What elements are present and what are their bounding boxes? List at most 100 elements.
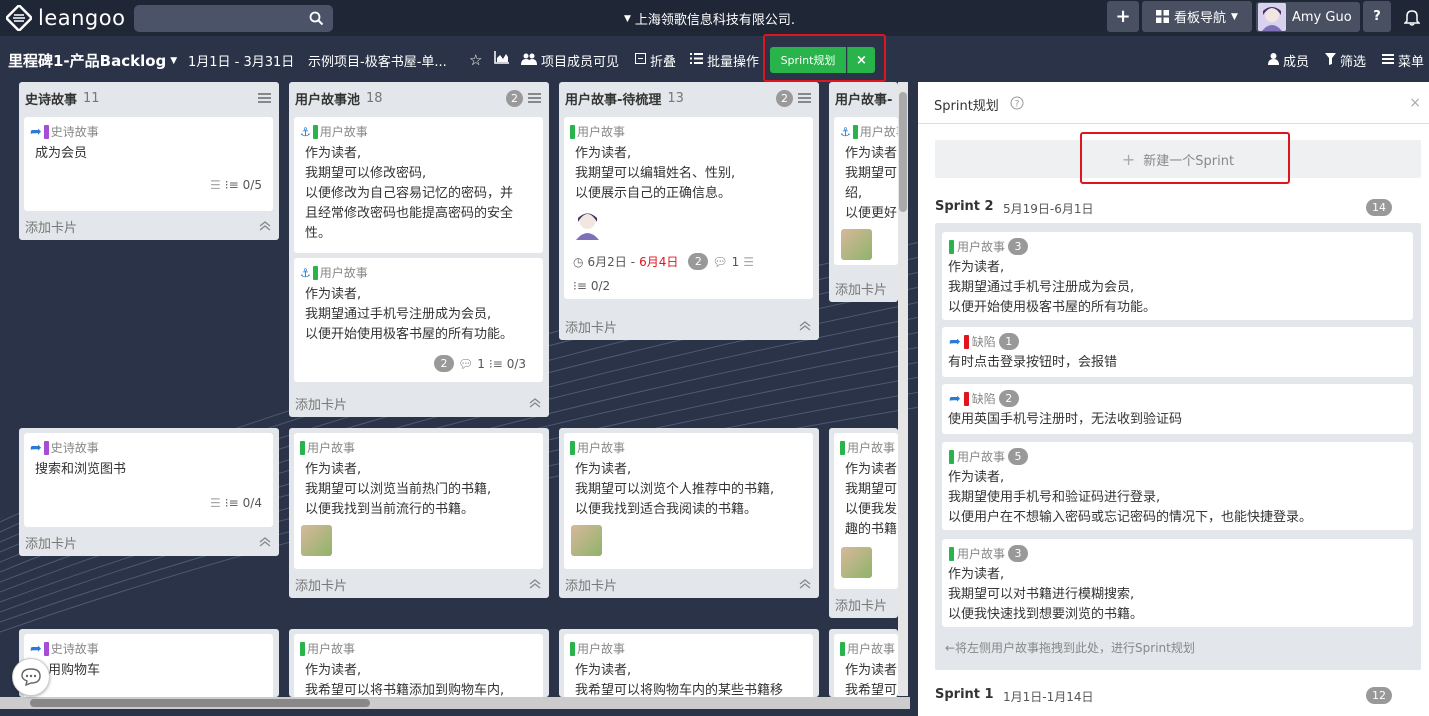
add-card-button[interactable]: 添加卡片: [565, 317, 617, 336]
card-line: 以便用户在不想输入密码或忘记密码的情况下，也能快捷登录。: [948, 510, 1313, 525]
card-col4-c[interactable]: 用户故事 作为读者 我希望可: [834, 634, 898, 697]
filter-button[interactable]: 筛选: [1325, 51, 1366, 70]
star-button[interactable]: ☆: [469, 51, 482, 69]
card-epic-cart[interactable]: ➦ 史诗故事 用购物车: [24, 634, 273, 697]
card-epic-browse[interactable]: ➦ 史诗故事 搜索和浏览图书 ☰ ⁝≡ 0/4: [24, 433, 273, 527]
card-type: 用户故事: [300, 640, 355, 657]
add-card-button[interactable]: 添加卡片: [25, 533, 77, 552]
search-icon[interactable]: [309, 11, 324, 26]
batch-button[interactable]: 批量操作: [690, 51, 759, 70]
anchor-icon: ⚓: [300, 265, 311, 280]
chat-button[interactable]: [12, 658, 50, 696]
bug-tag: [963, 334, 969, 349]
logo-text: leangoo: [38, 6, 126, 30]
list-header[interactable]: 用户故事-: [829, 82, 898, 114]
sprint-card-uk-phone-bug[interactable]: ➦ 缺陷 2 使用英国手机号注册时，无法收到验证码: [942, 384, 1413, 434]
card-line: 使用英国手机号注册时，无法收到验证码: [948, 412, 1183, 427]
double-chevron-up-icon[interactable]: [529, 579, 541, 589]
epic-tag: [43, 440, 49, 455]
card-recommend-books[interactable]: 用户故事 作为读者, 我期望可以浏览个人推荐中的书籍, 以便我找到适合我阅读的书…: [564, 433, 813, 569]
visibility-button[interactable]: 项目成员可见: [521, 51, 619, 70]
checklist-count: 0/2: [590, 279, 611, 293]
hamburger-icon[interactable]: [528, 93, 541, 103]
drag-hint: ←将左侧用户故事拖拽到此处，进行Sprint规划: [945, 641, 1195, 655]
panel-close-button[interactable]: ×: [1409, 95, 1421, 111]
plus-icon: +: [1115, 6, 1131, 27]
members-button[interactable]: 成员: [1268, 51, 1309, 70]
menu-button[interactable]: 菜单: [1382, 51, 1424, 70]
user-menu[interactable]: Amy Guo: [1256, 2, 1360, 32]
scrollbar-thumb[interactable]: [899, 92, 907, 212]
card-line: 以便更好: [845, 206, 898, 221]
card-hot-books[interactable]: 用户故事 作为读者, 我期望可以浏览当前热门的书籍, 以便我找到当前流行的书籍。: [294, 433, 543, 569]
add-button[interactable]: +: [1107, 1, 1139, 32]
help-button[interactable]: ?: [1363, 1, 1391, 32]
estimate-badge: 1: [998, 333, 1019, 350]
card-title: 用购物车: [48, 663, 101, 678]
card-col4-b[interactable]: 用户故事 作为读者 我期望可 以便我发 趣的书籍: [834, 433, 898, 589]
story-tag: [300, 440, 305, 455]
logo[interactable]: leangoo: [6, 5, 125, 31]
double-chevron-up-icon[interactable]: [259, 537, 271, 547]
card-register-phone[interactable]: ⚓ 用户故事 作为读者, 我期望通过手机号注册成为会员, 以便开始使用极客书屋的…: [294, 258, 543, 382]
comment-count: 1: [731, 254, 740, 269]
share-icon: ➦: [949, 390, 961, 407]
board-title-dropdown[interactable]: 里程碑1-产品Backlog ▼: [8, 50, 177, 71]
scrollbar-thumb[interactable]: [30, 699, 370, 707]
add-card-button[interactable]: 添加卡片: [835, 595, 887, 614]
card-line: 作为读者,: [305, 146, 362, 161]
board-vertical-scrollbar[interactable]: [898, 82, 908, 696]
add-card-button[interactable]: 添加卡片: [295, 394, 347, 413]
board-horizontal-scrollbar[interactable]: [0, 697, 910, 709]
member-avatar: [841, 229, 872, 260]
sprint-header[interactable]: Sprint 2 5月19日-6月1日 14: [935, 196, 1421, 220]
card-line: 我希望可以将购物车内的某些书籍移: [575, 683, 784, 697]
collapse-button[interactable]: 折叠: [635, 51, 676, 70]
project-link[interactable]: 示例项目-极客书屋-单...: [308, 51, 447, 70]
card-edit-profile[interactable]: 用户故事 作为读者, 我期望可以编辑姓名、性别, 以便展示自己的正确信息。 ◷ …: [564, 117, 813, 299]
card-meta: 2 💬︎ 1 ⁝≡ 0/3: [434, 355, 526, 372]
company-switcher[interactable]: ▼ 上海领歌信息科技有限公司.: [624, 9, 795, 28]
svg-text:?: ?: [1015, 100, 1020, 110]
card-type: ➦ 史诗故事: [30, 123, 99, 140]
epic-tag: [43, 124, 49, 139]
story-tag: [949, 546, 954, 561]
card-line: 作为读者,: [948, 470, 1005, 485]
sprint-card-login-bug[interactable]: ➦ 缺陷 1 有时点击登录按钮时，会报错: [942, 327, 1413, 377]
card-type-label: 用户故事: [577, 642, 626, 656]
card-epic-membership[interactable]: ➦ 史诗故事 成为会员 ☰ ⁝≡ 0/5: [24, 117, 273, 211]
sprint-card-sms-login[interactable]: 用户故事 5 作为读者, 我期望使用手机号和验证码进行登录, 以便用户在不想输入…: [942, 442, 1413, 530]
card-type-label: 史诗故事: [50, 441, 99, 455]
search-input[interactable]: [134, 5, 333, 32]
card-col4-a[interactable]: ⚓ 用户故事 作为读者 我期望可 绍, 以便更好: [834, 117, 898, 265]
question-circle-icon[interactable]: ?: [1010, 96, 1024, 110]
add-card-button[interactable]: 添加卡片: [25, 217, 77, 236]
sprint-header[interactable]: Sprint 1 1月1日-1月14日 12: [935, 684, 1421, 708]
add-card-button[interactable]: 添加卡片: [295, 575, 347, 594]
sprint-dates: 1月1日-1月14日: [1003, 690, 1094, 704]
double-chevron-up-icon[interactable]: [259, 221, 271, 231]
sprint-close-button[interactable]: ×: [847, 47, 875, 73]
hamburger-icon[interactable]: [258, 93, 271, 103]
list-title: 史诗故事: [25, 92, 78, 108]
board-date-range[interactable]: 1月1日 - 3月31日: [188, 51, 294, 70]
sprint-plan-button[interactable]: Sprint规划: [770, 47, 846, 73]
notification-button[interactable]: [1395, 1, 1429, 32]
hamburger-icon[interactable]: [798, 93, 811, 103]
card-move-cart[interactable]: 用户故事 作为读者, 我希望可以将购物车内的某些书籍移: [564, 634, 813, 697]
card-type: 用户故事 5: [949, 448, 1029, 465]
double-chevron-up-icon[interactable]: [799, 579, 811, 589]
card-change-password[interactable]: ⚓ 用户故事 作为读者, 我期望可以修改密码, 以便修改为自己容易记忆的密码，并…: [294, 117, 543, 253]
estimate-badge: 3: [1008, 545, 1029, 562]
card-add-to-cart[interactable]: 用户故事 作为读者, 我希望可以将书籍添加到购物车内,: [294, 634, 543, 697]
add-card-button[interactable]: 添加卡片: [835, 279, 887, 298]
sprint-card-register[interactable]: 用户故事 3 作为读者, 我期望通过手机号注册成为会员, 以便开始使用极客书屋的…: [942, 232, 1413, 320]
list-epic-3: ➦ 史诗故事 用购物车: [19, 629, 279, 697]
sprint-card-fuzzy-search[interactable]: 用户故事 3 作为读者, 我期望可以对书籍进行模糊搜索, 以便我快速找到想要浏览…: [942, 539, 1413, 627]
double-chevron-up-icon[interactable]: [529, 398, 541, 408]
add-card-button[interactable]: 添加卡片: [565, 575, 617, 594]
double-chevron-up-icon[interactable]: [799, 321, 811, 331]
board-nav-button[interactable]: 看板导航 ▼: [1142, 1, 1252, 32]
list-header[interactable]: 史诗故事 11: [19, 82, 279, 114]
chart-button[interactable]: [494, 51, 510, 64]
